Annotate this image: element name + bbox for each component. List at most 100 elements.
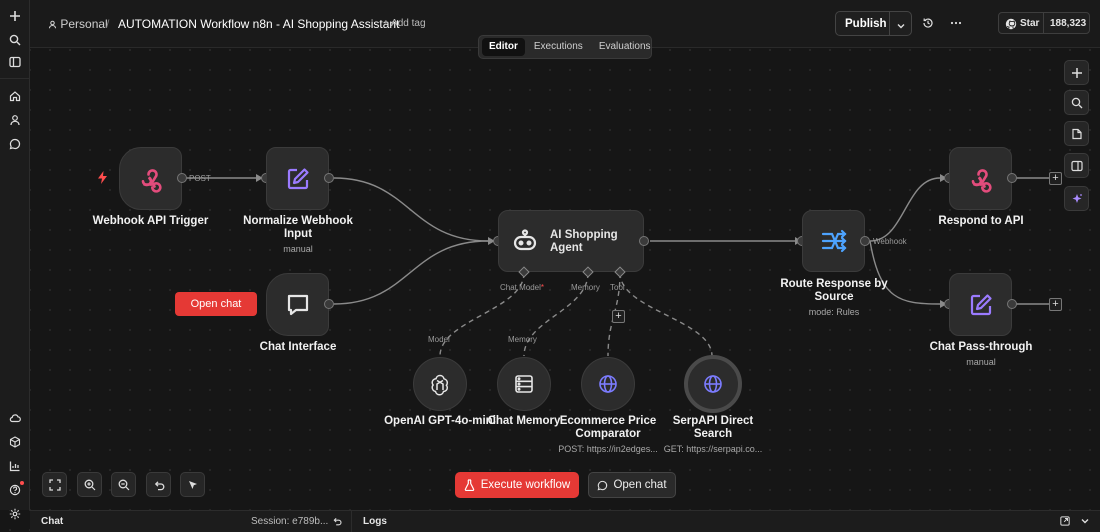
github-star-count: 188,323 — [1050, 18, 1087, 29]
add-icon[interactable] — [5, 6, 25, 26]
github-icon — [1005, 17, 1017, 35]
globe-icon — [704, 375, 722, 393]
node-subtitle: mode: Rules — [808, 307, 860, 317]
search-nodes-button[interactable] — [1064, 90, 1089, 115]
node-ai-shopping-agent[interactable]: AI Shopping Agent — [498, 210, 644, 272]
tab-executions[interactable]: Executions — [527, 38, 590, 56]
fit-view-button[interactable] — [42, 472, 67, 497]
node-label: Ecommerce Price — [559, 415, 657, 427]
node-subtitle: GET: https://serpapi.co... — [663, 444, 763, 454]
reset-session-icon[interactable] — [332, 516, 342, 529]
node-label: SerpAPI Direct — [672, 415, 754, 427]
tab-evaluations[interactable]: Evaluations — [592, 38, 658, 56]
node-chat-pass-through[interactable] — [949, 273, 1012, 336]
node-label-line2: Agent — [550, 242, 583, 254]
add-node-after-button[interactable]: + — [1049, 172, 1062, 185]
output-port[interactable] — [324, 173, 334, 183]
publish-button-group: Publish — [835, 11, 912, 36]
zoom-in-button[interactable] — [77, 472, 102, 497]
collapse-icon[interactable] — [1080, 516, 1090, 529]
output-port[interactable] — [1007, 173, 1017, 183]
history-icon[interactable] — [920, 15, 936, 31]
open-chat-badge[interactable]: Open chat — [175, 292, 257, 316]
node-normalize-webhook-input[interactable] — [266, 147, 329, 210]
add-tag-link[interactable]: + Add tag — [383, 18, 426, 29]
notification-dot — [20, 481, 24, 485]
user-icon[interactable] — [5, 110, 25, 130]
output-port[interactable] — [324, 299, 334, 309]
openai-icon — [431, 374, 449, 396]
workflow-name[interactable]: AUTOMATION Workflow n8n - AI Shopping As… — [118, 17, 399, 31]
sidebar-toggle-icon[interactable] — [5, 52, 25, 72]
output-port[interactable] — [860, 236, 870, 246]
output-port[interactable] — [177, 173, 187, 183]
ai-assistant-button[interactable] — [1064, 186, 1089, 211]
undo-button[interactable] — [146, 472, 171, 497]
publish-button[interactable]: Publish — [845, 18, 887, 30]
node-chat-memory[interactable] — [497, 357, 551, 411]
tidy-up-button[interactable] — [180, 472, 205, 497]
edit-icon — [287, 167, 309, 189]
add-node-button[interactable] — [1064, 60, 1089, 85]
insights-icon[interactable] — [5, 456, 25, 476]
node-openai-gpt[interactable] — [413, 357, 467, 411]
more-options-icon[interactable] — [948, 15, 964, 31]
sparkle-icon — [1072, 193, 1082, 203]
webhook-icon — [141, 168, 162, 193]
pop-out-icon[interactable] — [1060, 516, 1070, 529]
trigger-bolt-icon — [97, 171, 108, 189]
node-label: Normalize Webhook — [243, 215, 353, 227]
node-ecommerce-price-comparator[interactable] — [581, 357, 635, 411]
node-label: Chat Pass-through — [929, 341, 1033, 353]
settings-icon[interactable] — [5, 504, 25, 524]
node-label: Webhook API Trigger — [92, 215, 209, 227]
zoom-out-button[interactable] — [111, 472, 136, 497]
chat-icon[interactable] — [5, 134, 25, 154]
panel-toggle-button[interactable] — [1064, 153, 1089, 178]
add-tool-button[interactable]: + — [612, 310, 625, 323]
execute-workflow-label: Execute workflow — [480, 479, 571, 491]
logs-panel-title[interactable]: Logs — [363, 516, 387, 527]
edge-label-post: POST — [189, 174, 211, 183]
node-route-response-by-source[interactable] — [802, 210, 865, 272]
github-star-button[interactable]: Star 188,323 — [998, 12, 1090, 34]
flask-icon — [464, 479, 474, 491]
left-rail — [0, 0, 30, 520]
open-chat-button[interactable]: Open chat — [588, 472, 676, 498]
add-node-after-button[interactable]: + — [1049, 298, 1062, 311]
node-label-line2: Source — [814, 291, 854, 303]
add-icon — [1071, 67, 1082, 78]
chevron-down-icon[interactable] — [896, 18, 906, 36]
edge-label-memory: Memory — [571, 283, 600, 292]
node-webhook-api-trigger[interactable] — [119, 147, 182, 210]
breadcrumb-separator: / — [106, 17, 110, 31]
node-label-line2: Search — [693, 428, 733, 440]
output-port[interactable] — [639, 236, 649, 246]
zoom-out-icon — [118, 479, 129, 490]
cloud-icon[interactable] — [5, 408, 25, 428]
session-id: Session: e789b... — [251, 516, 329, 527]
edge-label-chat-model: Chat Model* — [500, 283, 545, 292]
search-icon[interactable] — [5, 30, 25, 50]
edge-label-model: Model — [428, 335, 450, 344]
node-subtitle: manual — [966, 357, 996, 367]
breadcrumb-project[interactable]: Personal — [48, 17, 108, 31]
node-subtitle: manual — [283, 244, 313, 254]
node-respond-to-api[interactable] — [949, 147, 1012, 210]
chat-icon — [598, 480, 608, 490]
tab-editor[interactable]: Editor — [482, 38, 525, 56]
templates-icon[interactable] — [5, 432, 25, 452]
help-icon[interactable] — [5, 480, 25, 500]
chat-panel-title[interactable]: Chat — [41, 516, 63, 527]
project-name: Personal — [60, 17, 108, 31]
output-port[interactable] — [1007, 299, 1017, 309]
node-chat-interface[interactable] — [266, 273, 329, 336]
node-serpapi-direct-search[interactable] — [684, 355, 742, 413]
node-label: Route Response by — [780, 278, 888, 290]
node-subtitle: POST: https://in2edges... — [558, 444, 658, 454]
node-label: AI Shopping — [550, 229, 618, 241]
sticky-note-button[interactable] — [1064, 121, 1089, 146]
edge-label-tool: Tool — [610, 283, 625, 292]
home-icon[interactable] — [5, 86, 25, 106]
execute-workflow-button[interactable]: Execute workflow — [455, 472, 579, 498]
